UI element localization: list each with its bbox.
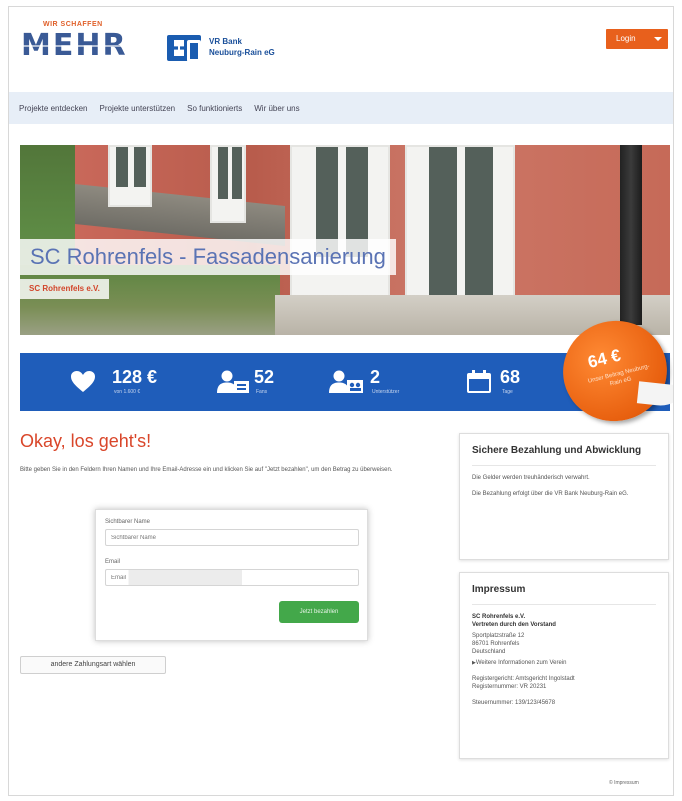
calendar-icon: [467, 370, 491, 393]
email-field[interactable]: [105, 569, 359, 586]
imprint-country: Deutschland: [472, 649, 506, 655]
person-group-icon: [329, 370, 363, 393]
stat-amount-label: von 1.600 €: [114, 389, 141, 395]
nav-item-about[interactable]: Wir über uns: [254, 104, 299, 113]
person-id-icon: [217, 370, 249, 393]
payment-form: Sichtbarer Name Email Jetzt bezahlen: [95, 509, 368, 641]
pay-now-button[interactable]: Jetzt bezahlen: [279, 601, 359, 623]
stat-supporters-value: 2: [370, 367, 381, 387]
secure-payment-text-2: Die Bezahlung erfolgt über die VR Bank N…: [472, 491, 629, 497]
bank-name: VR Bank Neuburg-Rain eG: [209, 36, 275, 58]
brand-word: MEHR: [21, 28, 128, 63]
project-title: SC Rohrenfels - Fassadensanierung: [20, 239, 396, 275]
heart-icon: [71, 371, 95, 392]
imprint-representative: Vertreten durch den Vorstand: [472, 622, 556, 628]
imprint-org: SC Rohrenfels e.V. Vertreten durch den V…: [472, 613, 656, 629]
stat-fans-label: Fans: [256, 389, 268, 395]
main-nav: Projekte entdecken Projekte unterstützen…: [9, 92, 673, 124]
imprint-register: Registergericht: Amtsgericht Ingolstadt …: [472, 675, 656, 691]
bank-name-line1: VR Bank: [209, 37, 242, 46]
stat-fans-value: 52: [254, 367, 275, 387]
vr-bank-icon: [167, 35, 201, 62]
nav-item-discover[interactable]: Projekte entdecken: [19, 104, 88, 113]
brand-tagline: WIR SCHAFFEN: [43, 21, 103, 28]
login-button[interactable]: Login: [606, 29, 668, 49]
stat-amount-value: 128 €: [112, 367, 158, 387]
project-organization[interactable]: SC Rohrenfels e.V.: [20, 279, 109, 299]
imprint-city: 86701 Rohrenfels: [472, 641, 520, 647]
checkout-intro: Bitte geben Sie in den Feldern Ihren Nam…: [20, 467, 393, 473]
chevron-down-icon: [654, 37, 662, 41]
nav-item-how-it-works[interactable]: So funktionierts: [187, 104, 242, 113]
imprint-street: Sportplatzstraße 12: [472, 633, 525, 639]
secure-payment-text-1: Die Gelder werden treuhänderisch verwahr…: [472, 475, 590, 481]
badge-value: 64 €: [585, 345, 623, 372]
email-label: Email: [105, 559, 121, 565]
name-label: Sichtbarer Name: [105, 519, 151, 525]
imprint-tax: Steuernummer: 139/123/45678: [472, 700, 556, 706]
imprint-box: Impressum SC Rohrenfels e.V. Vertreten d…: [459, 572, 669, 759]
nav-item-support[interactable]: Projekte unterstützen: [100, 104, 176, 113]
imprint-title: Impressum: [472, 583, 656, 605]
header: WIR SCHAFFEN MEHR VR Bank Neuburg-Rain e…: [9, 7, 673, 89]
alt-payment-button[interactable]: andere Zahlungsart wählen: [20, 656, 166, 674]
checkout-title: Okay, los geht's!: [20, 431, 152, 451]
imprint-org-name: SC Rohrenfels e.V.: [472, 614, 526, 620]
page: WIR SCHAFFEN MEHR VR Bank Neuburg-Rain e…: [8, 6, 674, 796]
footer-imprint-link[interactable]: © Impressum: [609, 780, 639, 786]
secure-payment-title: Sichere Bezahlung und Abwicklung: [472, 444, 656, 466]
bank-name-line2: Neuburg-Rain eG: [209, 48, 275, 57]
imprint-reg-number: Registernummer: VR 20231: [472, 684, 547, 690]
project-hero-image: SC Rohrenfels - Fassadensanierung SC Roh…: [20, 145, 670, 335]
stat-days-label: Tage: [502, 389, 513, 395]
secure-payment-box: Sichere Bezahlung und Abwicklung Die Gel…: [459, 433, 669, 560]
imprint-link[interactable]: Weitere Informationen zum Verein: [472, 659, 656, 667]
brand-logo[interactable]: WIR SCHAFFEN MEHR: [21, 21, 145, 71]
imprint-address: Sportplatzstraße 12 86701 Rohrenfels Deu…: [472, 632, 656, 656]
stat-supporters-label: Unterstützer: [372, 389, 400, 395]
login-label: Login: [616, 34, 636, 43]
imprint-court: Registergericht: Amtsgericht Ingolstadt: [472, 676, 575, 682]
name-field[interactable]: [105, 529, 359, 546]
stat-days-value: 68: [500, 367, 521, 387]
